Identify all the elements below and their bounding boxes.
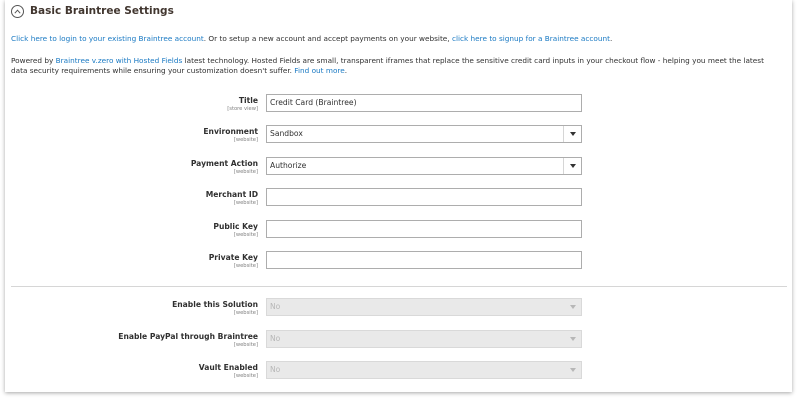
row-vault-enabled: Vault Enabled [website] No xyxy=(5,361,792,381)
row-enable-solution: Enable this Solution [website] No xyxy=(5,298,792,318)
caret-down-icon xyxy=(563,331,581,347)
caret-down-icon[interactable] xyxy=(563,126,581,142)
description-text: Powered by Braintree v.zero with Hosted … xyxy=(11,56,781,76)
row-payment-action: Payment Action [website] Authorize xyxy=(5,157,792,177)
enable-paypal-value: No xyxy=(270,334,281,343)
intro-text: Click here to login to your existing Bra… xyxy=(11,34,612,44)
title-input[interactable]: Credit Card (Braintree) xyxy=(266,94,582,112)
enable-paypal-label-text: Enable PayPal through Braintree xyxy=(118,332,258,341)
payment-action-scope: [website] xyxy=(233,169,258,175)
enable-solution-scope: [website] xyxy=(233,310,258,316)
merchant-id-input[interactable] xyxy=(266,188,582,206)
environment-scope: [website] xyxy=(233,137,258,143)
merchant-id-label-text: Merchant ID xyxy=(205,190,258,199)
private-key-label-text: Private Key xyxy=(208,253,258,262)
vault-enabled-scope: [website] xyxy=(233,373,258,379)
payment-action-label-text: Payment Action xyxy=(190,159,258,168)
environment-select[interactable]: Sandbox xyxy=(266,125,582,143)
signup-link[interactable]: click here to signup for a Braintree acc… xyxy=(452,34,610,43)
private-key-label: Private Key [website] xyxy=(209,253,258,269)
title-scope: [store view] xyxy=(227,106,258,112)
enable-solution-label: Enable this Solution [website] xyxy=(172,300,258,316)
public-key-input[interactable] xyxy=(266,220,582,238)
find-out-more-link[interactable]: Find out more xyxy=(294,66,344,75)
enable-solution-label-text: Enable this Solution xyxy=(172,300,258,309)
hosted-fields-link[interactable]: Braintree v.zero with Hosted Fields xyxy=(56,56,183,65)
title-label-text: Title xyxy=(238,96,258,105)
environment-label-text: Environment xyxy=(203,127,258,136)
enable-solution-select[interactable]: No xyxy=(266,298,582,316)
enable-solution-value: No xyxy=(270,302,281,311)
section-title: Basic Braintree Settings xyxy=(30,5,174,17)
row-enable-paypal: Enable PayPal through Braintree [website… xyxy=(5,330,792,350)
enable-paypal-scope: [website] xyxy=(233,342,258,348)
login-link[interactable]: Click here to login to your existing Bra… xyxy=(11,34,204,43)
intro-end-text: . xyxy=(609,34,613,43)
merchant-id-scope: [website] xyxy=(233,200,258,206)
section-divider xyxy=(11,286,787,287)
title-label: Title [store view] xyxy=(227,96,258,112)
row-environment: Environment [website] Sandbox xyxy=(5,125,792,145)
environment-label: Environment [website] xyxy=(203,127,258,143)
private-key-input[interactable] xyxy=(266,251,582,269)
row-title: Title [store view] Credit Card (Braintre… xyxy=(5,94,792,114)
row-public-key: Public Key [website] xyxy=(5,220,792,240)
payment-action-label: Payment Action [website] xyxy=(191,159,258,175)
vault-enabled-label-text: Vault Enabled xyxy=(198,363,258,372)
vault-enabled-select[interactable]: No xyxy=(266,361,582,379)
section-header-basic-braintree[interactable]: Basic Braintree Settings xyxy=(11,3,174,19)
vault-enabled-label: Vault Enabled [website] xyxy=(199,363,258,379)
enable-paypal-label: Enable PayPal through Braintree [website… xyxy=(118,332,258,348)
environment-value: Sandbox xyxy=(270,129,303,138)
vault-enabled-value: No xyxy=(270,365,281,374)
private-key-scope: [website] xyxy=(233,263,258,269)
payment-action-select[interactable]: Authorize xyxy=(266,157,582,175)
public-key-label: Public Key [website] xyxy=(213,222,258,238)
public-key-scope: [website] xyxy=(233,232,258,238)
chevron-up-circle-icon[interactable] xyxy=(11,4,24,18)
row-merchant-id: Merchant ID [website] xyxy=(5,188,792,208)
caret-down-icon xyxy=(563,362,581,378)
row-private-key: Private Key [website] xyxy=(5,251,792,271)
description-end: . xyxy=(344,66,348,75)
description-prefix: Powered by xyxy=(11,56,56,65)
caret-down-icon xyxy=(563,299,581,315)
enable-paypal-select[interactable]: No xyxy=(266,330,582,348)
merchant-id-label: Merchant ID [website] xyxy=(206,190,258,206)
caret-down-icon[interactable] xyxy=(563,158,581,174)
payment-action-value: Authorize xyxy=(270,161,307,170)
public-key-label-text: Public Key xyxy=(213,222,258,231)
intro-middle-text: . Or to setup a new account and accept p… xyxy=(203,34,452,43)
